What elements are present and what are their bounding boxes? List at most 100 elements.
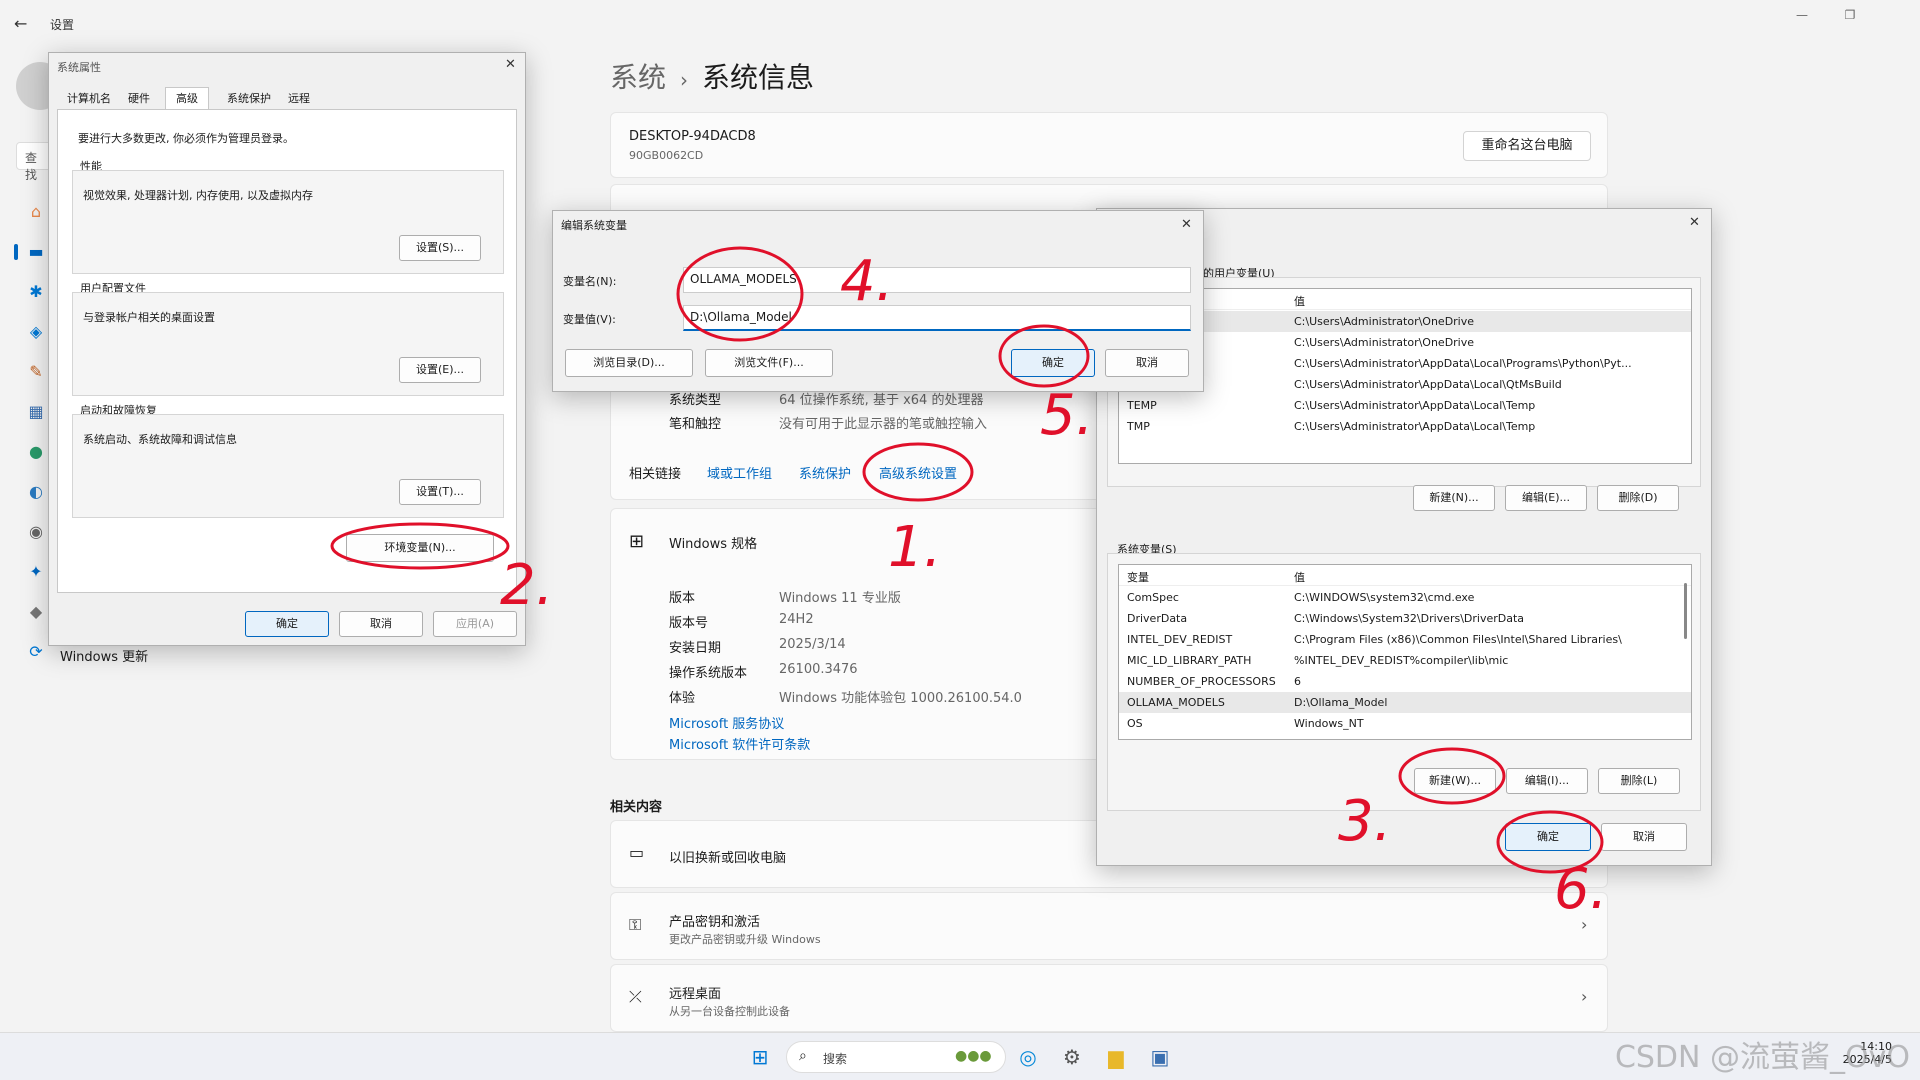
accounts-icon[interactable]: ● — [26, 442, 46, 462]
cancel-button[interactable]: 取消 — [1601, 823, 1687, 851]
list-item[interactable]: DriverData C:\Windows\System32\Drivers\D… — [1119, 608, 1691, 629]
related-item-remote-desktop[interactable]: ⤫ 远程桌面 从另一台设备控制此设备 › — [610, 964, 1608, 1032]
related-item-title: 远程桌面 — [669, 987, 722, 1002]
minimize-icon[interactable]: — — [1792, 8, 1812, 22]
profile-settings-button[interactable]: 设置(E)... — [399, 357, 481, 383]
file-explorer-icon[interactable]: ▆ — [1102, 1043, 1130, 1071]
close-icon[interactable]: ✕ — [505, 57, 516, 72]
list-item[interactable]: OLLAMA_MODELS D:\Ollama_Model — [1119, 692, 1691, 713]
cancel-button[interactable]: 取消 — [339, 611, 423, 637]
list-item[interactable]: TEMP C:\Users\Administrator\AppData\Loca… — [1119, 395, 1691, 416]
list-item[interactable]: ComSpec C:\WINDOWS\system32\cmd.exe — [1119, 587, 1691, 608]
environment-variables-button[interactable]: 环境变量(N)... — [346, 534, 494, 562]
column-header-variable[interactable]: 变量 — [1127, 569, 1149, 585]
dialog-title: 编辑系统变量 — [561, 219, 627, 232]
list-item[interactable]: TMP C:\Users\Administrator\AppData\Local… — [1119, 416, 1691, 437]
user-edit-button[interactable]: 编辑(E)... — [1505, 485, 1587, 511]
list-item[interactable]: C:\Users\Administrator\AppData\Local\Pro… — [1119, 353, 1691, 374]
column-header-value[interactable]: 值 — [1294, 569, 1305, 585]
personalization-icon[interactable]: ✎ — [26, 362, 46, 382]
variable-name-field[interactable]: OLLAMA_MODELS — [683, 267, 1191, 293]
apply-button[interactable]: 应用(A) — [433, 611, 517, 637]
chevron-right-icon: › — [1581, 987, 1588, 1006]
windows-spec-title: Windows 规格 — [669, 537, 758, 552]
bluetooth-icon[interactable]: ✱ — [26, 282, 46, 302]
var-value: C:\Users\Administrator\OneDrive — [1294, 315, 1475, 328]
list-item[interactable]: MIC_LD_LIBRARY_PATH %INTEL_DEV_REDIST%co… — [1119, 650, 1691, 671]
var-value: C:\Users\Administrator\AppData\Local\Pro… — [1294, 357, 1632, 370]
apps-icon[interactable]: ▦ — [26, 402, 46, 422]
link-domain-workgroup[interactable]: 域或工作组 — [707, 463, 772, 482]
list-item[interactable]: INTEL_DEV_REDIST C:\Program Files (x86)\… — [1119, 629, 1691, 650]
browse-directory-button[interactable]: 浏览目录(D)... — [565, 349, 693, 377]
system-vars-list[interactable]: 变量 值 ComSpec C:\WINDOWS\system32\cmd.exe… — [1118, 564, 1692, 740]
maximize-icon[interactable]: ❐ — [1840, 8, 1860, 22]
cancel-button[interactable]: 取消 — [1105, 349, 1189, 377]
sidebar-item-windows-update[interactable]: Windows 更新 — [60, 646, 148, 665]
window-title: 设置 — [50, 18, 75, 32]
user-new-button[interactable]: 新建(N)... — [1413, 485, 1495, 511]
spec-value: 24H2 — [779, 612, 814, 627]
startup-settings-button[interactable]: 设置(T)... — [399, 479, 481, 505]
system-icon[interactable]: ▬ — [26, 242, 46, 262]
list-item[interactable]: C:\Users\Administrator\AppData\Local\QtM… — [1119, 374, 1691, 395]
breadcrumb-parent[interactable]: 系统 — [610, 61, 666, 94]
back-arrow-icon[interactable]: ← — [14, 14, 34, 34]
gaming-icon[interactable]: ◉ — [26, 522, 46, 542]
ok-button[interactable]: 确定 — [1011, 349, 1095, 377]
variable-value-field[interactable]: D:\Ollama_Model — [683, 305, 1191, 331]
privacy-shield-icon[interactable]: ◆ — [26, 602, 46, 622]
related-item-product-key[interactable]: ⚿ 产品密钥和激活 更改产品密钥或升级 Windows › — [610, 892, 1608, 960]
var-value: C:\Program Files (x86)\Common Files\Inte… — [1294, 633, 1622, 646]
link-ms-service-agreement[interactable]: Microsoft 服务协议 — [669, 713, 784, 732]
link-ms-license-terms[interactable]: Microsoft 软件许可条款 — [669, 734, 810, 753]
spec-label: 安装日期 — [669, 641, 722, 656]
user-profile-group: 与登录帐户相关的桌面设置 设置(E)... — [72, 292, 504, 396]
related-item-title: 以旧换新或回收电脑 — [669, 851, 787, 866]
taskbar-search-box[interactable]: ⌕ 搜索 ●●● — [786, 1041, 1006, 1073]
home-icon[interactable]: ⌂ — [26, 202, 46, 222]
system-delete-button[interactable]: 删除(L) — [1598, 768, 1680, 794]
system-properties-app-icon[interactable]: ▣ — [1146, 1043, 1174, 1071]
chevron-right-icon: › — [680, 68, 689, 92]
link-system-protection[interactable]: 系统保护 — [799, 463, 851, 482]
spec-label: 版本号 — [669, 616, 709, 631]
variable-value-label: 变量值(V): — [563, 313, 616, 326]
close-icon[interactable]: ✕ — [1181, 217, 1192, 232]
system-edit-button[interactable]: 编辑(I)... — [1506, 768, 1588, 794]
system-new-button[interactable]: 新建(W)... — [1414, 768, 1496, 794]
link-advanced-system-settings[interactable]: 高级系统设置 — [879, 463, 957, 482]
accessibility-icon[interactable]: ✦ — [26, 562, 46, 582]
column-header-value[interactable]: 值 — [1294, 293, 1305, 309]
list-item[interactable]: C:\Users\Administrator\OneDrive — [1119, 311, 1691, 332]
list-header: 变量 值 — [1119, 565, 1691, 586]
scrollbar-thumb[interactable] — [1684, 583, 1687, 639]
list-item[interactable]: OS Windows_NT — [1119, 713, 1691, 734]
start-menu-icon[interactable]: ⊞ — [746, 1043, 774, 1071]
tab-hardware[interactable]: 硬件 — [119, 87, 159, 109]
user-vars-list[interactable]: 变量 值 C:\Users\Administrator\OneDrive nsu… — [1118, 288, 1692, 464]
list-item[interactable]: NUMBER_OF_PROCESSORS 6 — [1119, 671, 1691, 692]
browse-file-button[interactable]: 浏览文件(F)... — [705, 349, 833, 377]
time-language-icon[interactable]: ◐ — [26, 482, 46, 502]
tab-system-protection[interactable]: 系统保护 — [221, 87, 277, 109]
rename-pc-button[interactable]: 重命名这台电脑 — [1463, 131, 1591, 161]
edge-browser-icon[interactable]: ◎ — [1014, 1043, 1042, 1071]
search-highlight-icon: ●●● — [955, 1048, 992, 1064]
windows-update-icon[interactable]: ⟳ — [26, 642, 46, 662]
title-bar: ← 设置 — ❐ — [0, 0, 1920, 46]
user-delete-button[interactable]: 删除(D) — [1597, 485, 1679, 511]
close-icon[interactable]: ✕ — [1689, 215, 1700, 230]
pc-model: 90GB0062CD — [629, 149, 704, 162]
var-value: C:\Users\Administrator\AppData\Local\Tem… — [1294, 399, 1536, 412]
tab-computer-name[interactable]: 计算机名 — [61, 87, 117, 109]
tab-remote[interactable]: 远程 — [281, 87, 317, 109]
network-icon[interactable]: ◈ — [26, 322, 46, 342]
settings-gear-icon[interactable]: ⚙ — [1058, 1043, 1086, 1071]
performance-settings-button[interactable]: 设置(S)... — [399, 235, 481, 261]
ok-button[interactable]: 确定 — [1505, 823, 1591, 851]
ok-button[interactable]: 确定 — [245, 611, 329, 637]
list-item[interactable]: nsumer C:\Users\Administrator\OneDrive — [1119, 332, 1691, 353]
var-name: ComSpec — [1127, 591, 1179, 604]
tab-advanced[interactable]: 高级 — [165, 87, 209, 109]
